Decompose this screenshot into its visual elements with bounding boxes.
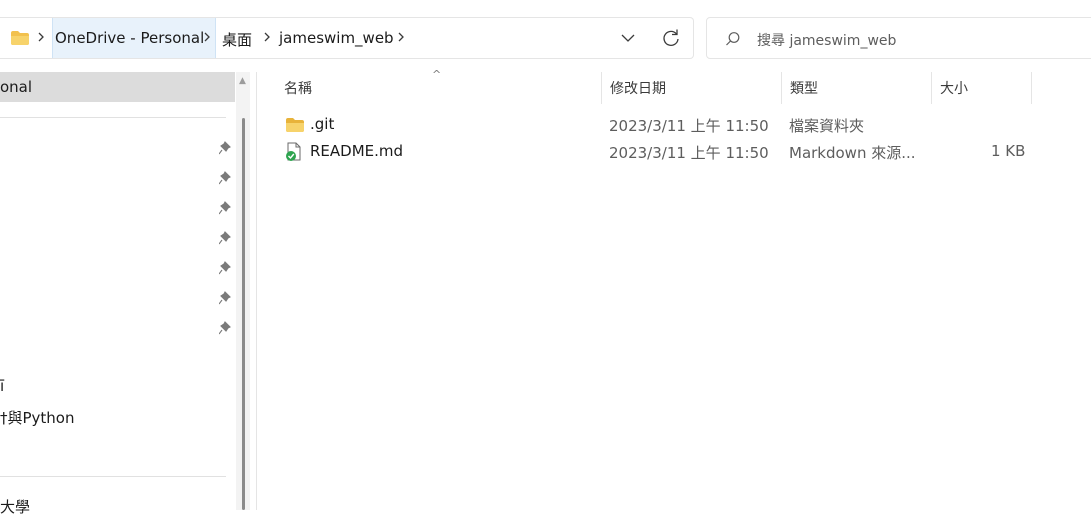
nav-item-python[interactable]: †與Python	[0, 407, 75, 428]
pin-icon	[219, 171, 231, 185]
file-modified: 2023/3/11 上午 11:50	[609, 117, 769, 135]
scroll-up-icon[interactable]: ▲	[239, 76, 246, 86]
column-separator[interactable]	[781, 72, 782, 104]
navigation-pane: onal ī †與Python 大學	[0, 72, 258, 516]
file-row[interactable]: .git 2023/3/11 上午 11:50 檔案資料夾	[280, 111, 1040, 137]
chevron-right-icon[interactable]	[396, 27, 408, 47]
chevron-right-icon[interactable]	[36, 27, 48, 47]
file-modified: 2023/3/11 上午 11:50	[609, 144, 769, 162]
search-box[interactable]: 搜尋 jameswim_web	[706, 17, 1091, 59]
breadcrumb-jameswim-web[interactable]: jameswim_web	[279, 29, 394, 47]
column-header-name[interactable]: 名稱	[284, 78, 312, 102]
file-type: Markdown 來源...	[789, 144, 916, 162]
column-header-size[interactable]: 大小	[940, 78, 968, 102]
file-name: .git	[310, 115, 335, 133]
nav-scrollbar[interactable]: ▲	[236, 72, 250, 510]
column-separator[interactable]	[931, 72, 932, 104]
pin-icon	[219, 141, 231, 155]
nav-item-partial[interactable]: ī	[0, 377, 4, 395]
column-header-type[interactable]: 類型	[790, 78, 818, 102]
column-separator[interactable]	[1031, 72, 1032, 104]
refresh-icon[interactable]	[661, 28, 681, 48]
pin-icon	[219, 201, 231, 215]
nav-item-university[interactable]: 大學	[0, 496, 30, 517]
file-type: 檔案資料夾	[789, 117, 865, 135]
sort-ascending-icon: ^	[432, 68, 442, 81]
nav-item-onedrive-personal[interactable]: onal	[0, 72, 235, 102]
scrollbar-thumb[interactable]	[242, 118, 245, 510]
breadcrumb-onedrive[interactable]: OneDrive - Personal	[55, 29, 204, 47]
pin-icon	[219, 261, 231, 275]
nav-divider	[0, 476, 226, 477]
nav-item-label: onal	[0, 78, 33, 96]
pane-separator[interactable]	[256, 72, 257, 510]
folder-icon	[11, 31, 29, 45]
address-bar[interactable]: OneDrive - Personal 桌面 jameswim_web	[0, 17, 694, 59]
nav-divider	[0, 117, 226, 118]
pin-icon	[219, 291, 231, 305]
chevron-down-icon[interactable]	[620, 32, 636, 44]
column-header-modified[interactable]: 修改日期	[610, 78, 666, 102]
chevron-right-icon[interactable]	[202, 27, 214, 47]
chevron-right-icon[interactable]	[262, 27, 274, 47]
folder-icon	[286, 118, 304, 132]
file-row[interactable]: README.md 2023/3/11 上午 11:50 Markdown 來源…	[280, 138, 1040, 164]
pin-icon	[219, 321, 231, 335]
file-size: 1 KB	[991, 142, 1026, 160]
markdown-file-synced-icon	[286, 142, 301, 161]
pin-icon	[219, 231, 231, 245]
column-separator[interactable]	[601, 72, 602, 104]
search-input[interactable]: 搜尋 jameswim_web	[757, 30, 896, 50]
breadcrumb-desktop[interactable]: 桌面	[222, 29, 252, 50]
search-icon	[726, 32, 740, 46]
file-name: README.md	[310, 142, 404, 160]
